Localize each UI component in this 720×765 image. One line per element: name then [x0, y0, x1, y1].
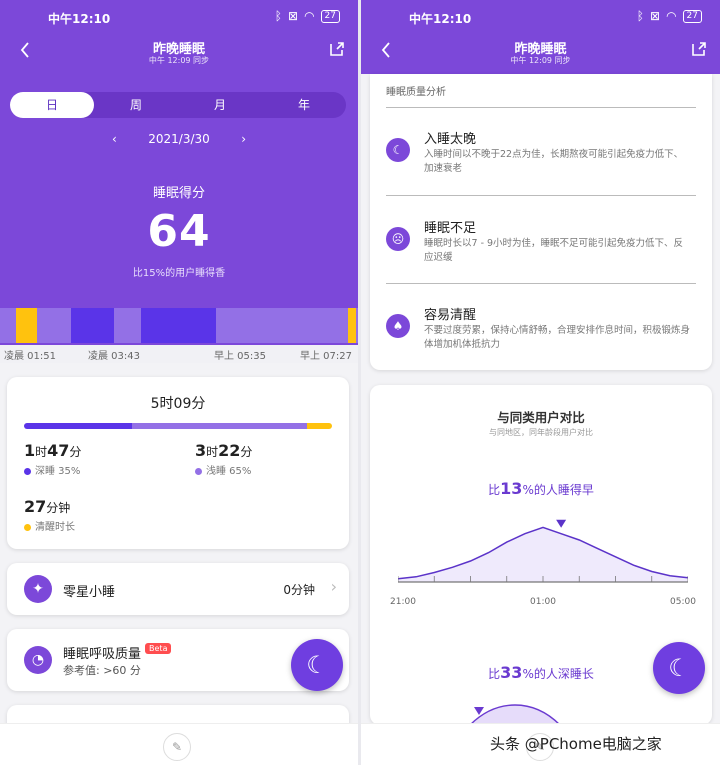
battery-icon: 27 — [320, 9, 340, 23]
sad-face-icon: ☹ — [386, 227, 410, 251]
timeline-segment-awake — [348, 308, 357, 343]
breathing-reference: 参考值: >60 分 — [63, 664, 141, 677]
timeline-labels: 凌晨 01:51 凌晨 03:43 早上 05:35 早上 07:27 — [0, 345, 358, 363]
divider — [386, 107, 696, 108]
title-bar: 昨晚睡眠 中午 12:09 同步 — [361, 36, 720, 72]
early-sleep-comparison: 比13%的人睡得早 — [488, 479, 594, 498]
status-time: 中午12:10 — [409, 12, 472, 26]
sleep-score: 64 — [147, 206, 211, 257]
score-comparison: 比15%的用户睡得香 — [132, 268, 226, 279]
light-sleep-stat: 3时22分 浅睡 65% — [195, 441, 253, 477]
period-tabs: 日 周 月 年 — [10, 92, 346, 118]
divider — [386, 195, 696, 196]
axis-label: 01:00 — [530, 597, 556, 607]
bottom-bar: ✎ — [0, 723, 358, 765]
axis-label: 05:00 — [670, 597, 696, 607]
timeline-label: 早上 07:27 — [300, 351, 352, 362]
title-bar: 昨晚睡眠 中午 12:09 同步 — [0, 36, 358, 72]
ratio-segment-light — [131, 423, 308, 429]
bluetooth-icon: ᛒ — [274, 9, 282, 23]
marker-icon — [474, 707, 484, 715]
moon-icon: ☾ — [386, 138, 410, 162]
axis-label: 21:00 — [390, 597, 416, 607]
sleep-music-button[interactable]: ☾ — [653, 642, 705, 694]
date-navigator: ‹ 2021/3/30 › — [0, 132, 358, 146]
divider — [386, 283, 696, 284]
sleep-music-button[interactable]: ☾ — [291, 639, 343, 691]
total-sleep-time: 5时09分 — [150, 396, 206, 412]
advice-item: ☾ 入睡太晚 入睡时间以不晚于22点为佳，长期熬夜可能引起免疫力低下、加速衰老 — [386, 128, 696, 188]
battery-icon: 27 — [682, 9, 702, 23]
awake-stat: 27分钟 清醒时长 — [24, 497, 75, 533]
bluetooth-icon: ᛒ — [636, 9, 644, 23]
bedtime-distribution-chart — [398, 519, 688, 583]
sim-icon: ⊠ — [650, 9, 661, 23]
status-time: 中午12:10 — [48, 12, 111, 26]
advice-title: 入睡太晚 — [424, 132, 477, 147]
status-bar: 中午12:10 ᛒ ⊠ ◠ 27 — [0, 0, 358, 36]
tab-month[interactable]: 月 — [178, 92, 262, 118]
sleep-analysis-card: 睡眠质量分析 ☾ 入睡太晚 入睡时间以不晚于22点为佳，长期熬夜可能引起免疫力低… — [370, 74, 712, 370]
prev-date-icon[interactable]: ‹ — [84, 132, 144, 146]
advice-title: 睡眠不足 — [424, 221, 477, 236]
advice-item: ♠ 容易清醒 不要过度劳累，保持心情舒畅，合理安排作息时间，积极锻炼身体增加机体… — [386, 304, 696, 364]
share-icon[interactable] — [328, 40, 346, 58]
light-dot-icon — [195, 467, 202, 475]
timeline-segment-deep — [70, 308, 114, 343]
timeline-segment-light — [0, 308, 17, 343]
sync-time: 中午 12:09 同步 — [148, 56, 210, 65]
nap-value: 0分钟 — [283, 583, 315, 597]
ratio-segment-awake — [307, 423, 332, 429]
timeline-segment-light — [215, 308, 349, 343]
status-bar: 中午12:10 ᛒ ⊠ ◠ 27 — [361, 0, 720, 36]
analysis-label: 睡眠质量分析 — [386, 87, 446, 98]
sync-time: 中午 12:09 同步 — [510, 56, 571, 65]
timeline-segment-light — [36, 308, 71, 343]
sleep-stage-timeline — [0, 308, 358, 343]
deep-sleep-stat: 1时47分 深睡 35% — [24, 441, 82, 477]
lamp-icon: ♠ — [386, 314, 410, 338]
timeline-label: 早上 05:35 — [214, 351, 266, 362]
timeline-segment-light — [113, 308, 141, 343]
next-date-icon[interactable]: › — [214, 132, 274, 146]
advice-desc: 睡眠时长以7 - 9小时为佳，睡眠不足可能引起免疫力低下、反应迟缓 — [424, 238, 684, 263]
sleep-summary-card: 5时09分 1时47分 深睡 35% 3时22分 浅睡 65% 27分钟 清醒时… — [7, 377, 349, 549]
beta-badge: Beta — [145, 643, 172, 654]
user-marker — [556, 519, 567, 528]
wifi-icon: ◠ — [666, 9, 677, 23]
advice-desc: 不要过度劳累，保持心情舒畅，合理安排作息时间，积极锻炼身体增加机体抵抗力 — [424, 325, 691, 350]
tab-year[interactable]: 年 — [262, 92, 346, 118]
awake-dot-icon — [24, 523, 31, 531]
advice-desc: 入睡时间以不晚于22点为佳，长期熬夜可能引起免疫力低下、加速衰老 — [424, 149, 684, 174]
right-screen: 中午12:10 ᛒ ⊠ ◠ 27 昨晚睡眠 中午 12:09 同步 睡眠质量分析… — [361, 0, 720, 765]
timeline-segment-awake — [16, 308, 37, 343]
breathing-icon: ◔ — [24, 646, 52, 674]
chevron-right-icon: › — [330, 577, 337, 596]
edit-icon[interactable]: ✎ — [163, 733, 191, 761]
timeline-segment-deep — [140, 308, 216, 343]
timeline-label: 凌晨 01:51 — [4, 351, 56, 362]
ratio-segment-deep — [24, 423, 132, 429]
score-label: 睡眠得分 — [152, 186, 205, 201]
distribution-area — [398, 527, 688, 582]
tab-day[interactable]: 日 — [10, 92, 94, 118]
sleep-ratio-bar — [24, 423, 332, 429]
timeline-label: 凌晨 03:43 — [88, 351, 140, 362]
comparison-subtitle: 与同地区，同年龄段用户对比 — [489, 428, 593, 437]
sparkle-icon: ✦ — [24, 575, 52, 603]
deep-dot-icon — [24, 467, 31, 475]
watermark: 头条 @PChome电脑之家 — [490, 735, 662, 753]
nap-label: 零星小睡 — [63, 585, 116, 600]
left-screen: 中午12:10 ᛒ ⊠ ◠ 27 昨晚睡眠 中午 12:09 同步 日 周 月 … — [0, 0, 358, 765]
wifi-icon: ◠ — [304, 9, 315, 23]
advice-item: ☹ 睡眠不足 睡眠时长以7 - 9小时为佳，睡眠不足可能引起免疫力低下、反应迟缓 — [386, 217, 696, 277]
advice-title: 容易清醒 — [424, 308, 477, 323]
current-date: 2021/3/30 — [148, 132, 210, 146]
tab-week[interactable]: 周 — [94, 92, 178, 118]
share-icon[interactable] — [690, 40, 708, 58]
comparison-title: 与同类用户对比 — [497, 410, 585, 425]
sim-icon: ⊠ — [288, 9, 299, 23]
breathing-label: 睡眠呼吸质量 Beta — [63, 643, 172, 662]
nap-card[interactable]: ✦ 零星小睡 0分钟 › — [7, 563, 349, 615]
